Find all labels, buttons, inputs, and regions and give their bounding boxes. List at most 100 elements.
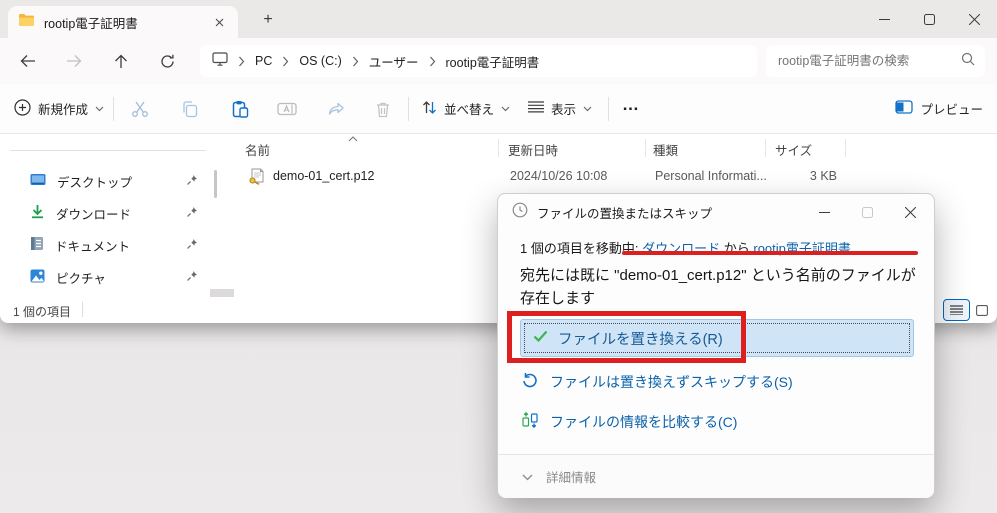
dialog-minimize-button[interactable] (803, 194, 846, 230)
sidebar-item-label: ドキュメント (55, 236, 130, 255)
sidebar-item-desktop[interactable]: デスクトップ (6, 166, 208, 196)
column-divider[interactable] (765, 139, 766, 157)
dialog-titlebar: ファイルの置換またはスキップ (498, 194, 934, 230)
chevron-down-icon (583, 106, 592, 112)
thumbnail-view-button[interactable] (968, 299, 995, 321)
pin-icon (186, 238, 198, 253)
column-divider[interactable] (498, 139, 499, 157)
search-box[interactable] (766, 45, 985, 77)
file-modified: 2024/10/26 10:08 (510, 169, 607, 183)
column-header-type[interactable]: 種類 (653, 140, 678, 159)
ellipsis-icon: … (622, 95, 640, 115)
item-count: 1 個の項目 (13, 303, 71, 320)
refresh-icon[interactable] (151, 45, 183, 77)
sidebar-item-label: デスクトップ (57, 172, 132, 191)
red-underline-annotation (622, 251, 918, 255)
details-expander[interactable]: 詳細情報 (498, 455, 934, 498)
minimize-button[interactable] (862, 0, 907, 38)
up-icon[interactable] (105, 45, 137, 77)
compare-button-label: ファイルの情報を比較する(C) (550, 412, 737, 432)
preview-pane-icon (895, 100, 913, 117)
file-name[interactable]: demo-01_cert.p12 (273, 169, 374, 183)
table-row[interactable]: demo-01_cert.p12 2024/10/26 10:08 Person… (232, 163, 987, 191)
breadcrumb-chevron-icon (429, 56, 436, 67)
document-icon (30, 236, 44, 254)
sidebar-item-documents[interactable]: ドキュメント (6, 230, 208, 260)
this-pc-icon[interactable] (212, 52, 228, 71)
breadcrumb-current-folder[interactable]: rootip電子証明書 (446, 52, 540, 71)
file-size: 3 KB (767, 169, 837, 183)
breadcrumb-users[interactable]: ユーザー (369, 52, 419, 71)
dialog-close-button[interactable] (889, 194, 932, 230)
share-icon[interactable] (319, 91, 355, 127)
pin-icon (186, 174, 198, 189)
desktop: rootip電子証明書 + (0, 0, 997, 513)
toolbar-divider (113, 97, 114, 121)
breadcrumb-os-c[interactable]: OS (C:) (299, 54, 341, 68)
pin-icon (186, 270, 198, 285)
column-divider[interactable] (845, 139, 846, 157)
view-button-label: 表示 (551, 99, 576, 118)
pictures-icon (30, 269, 45, 286)
rename-icon[interactable] (269, 91, 305, 127)
preview-button[interactable]: プレビュー (895, 84, 983, 133)
red-box-annotation (507, 311, 746, 363)
tab-strip: rootip電子証明書 + (0, 0, 997, 38)
skip-icon (522, 372, 538, 393)
delete-icon[interactable] (365, 91, 401, 127)
close-button[interactable] (952, 0, 997, 38)
pin-icon (186, 206, 198, 221)
chevron-down-icon (95, 106, 104, 112)
column-header-modified[interactable]: 更新日時 (508, 140, 558, 159)
conflict-message: 宛先には既に "demo-01_cert.p12" という名前のファイルが存在し… (520, 264, 918, 310)
cut-icon[interactable] (122, 91, 158, 127)
tab-title: rootip電子証明書 (44, 13, 201, 32)
breadcrumb-chevron-icon (282, 56, 289, 67)
sort-arrows-icon (422, 100, 437, 118)
sidebar-item-downloads[interactable]: ダウンロード (6, 198, 208, 228)
list-lines-icon (528, 101, 544, 116)
sort-button[interactable]: 並べ替え (422, 84, 510, 133)
sidebar-item-pictures[interactable]: ピクチャ (6, 262, 208, 292)
sidebar-item-label: ダウンロード (56, 204, 131, 223)
column-header-name[interactable]: 名前 (245, 140, 270, 159)
download-icon (30, 204, 45, 222)
search-icon[interactable] (961, 52, 975, 71)
column-divider[interactable] (645, 139, 646, 157)
sidebar-item-label: ピクチャ (56, 268, 106, 287)
status-divider (82, 302, 83, 317)
tab-close-icon[interactable] (210, 13, 228, 31)
breadcrumb-chevron-icon (238, 56, 245, 67)
toolbar-divider (608, 97, 609, 121)
view-button[interactable]: 表示 (528, 84, 592, 133)
explorer-tab[interactable]: rootip電子証明書 (8, 6, 238, 38)
search-input[interactable] (778, 54, 961, 68)
details-view-button[interactable] (943, 299, 970, 321)
back-icon[interactable] (12, 45, 44, 77)
desktop-icon (30, 173, 46, 190)
copy-icon[interactable] (172, 91, 208, 127)
new-tab-button[interactable]: + (256, 8, 280, 32)
paste-icon[interactable] (222, 91, 258, 127)
chevron-down-icon (501, 106, 510, 112)
compare-info-button[interactable]: ファイルの情報を比較する(C) (522, 410, 737, 434)
dialog-window-controls (803, 194, 932, 230)
toolbar-divider (408, 97, 409, 121)
dialog-maximize-button (846, 194, 889, 230)
file-type: Personal Informati... (655, 169, 767, 183)
breadcrumb-pc[interactable]: PC (255, 54, 272, 68)
window-controls (862, 0, 997, 38)
address-bar[interactable]: PC OS (C:) ユーザー rootip電子証明書 (200, 45, 757, 77)
forward-icon[interactable] (58, 45, 90, 77)
column-header-size[interactable]: サイズ (775, 140, 812, 159)
new-button[interactable]: 新規作成 (14, 84, 104, 133)
sidebar-scrollbar[interactable] (214, 170, 217, 198)
pane-splitter[interactable] (210, 289, 234, 297)
skip-file-button[interactable]: ファイルは置き換えずスキップする(S) (522, 370, 793, 394)
compare-icon (522, 412, 538, 433)
maximize-button[interactable] (907, 0, 952, 38)
skip-button-label: ファイルは置き換えずスキップする(S) (550, 372, 793, 392)
more-options-button[interactable]: … (622, 84, 640, 133)
navigation-pane: デスクトップ ダウンロード ドキュメント (0, 134, 218, 298)
details-label: 詳細情報 (546, 467, 596, 486)
